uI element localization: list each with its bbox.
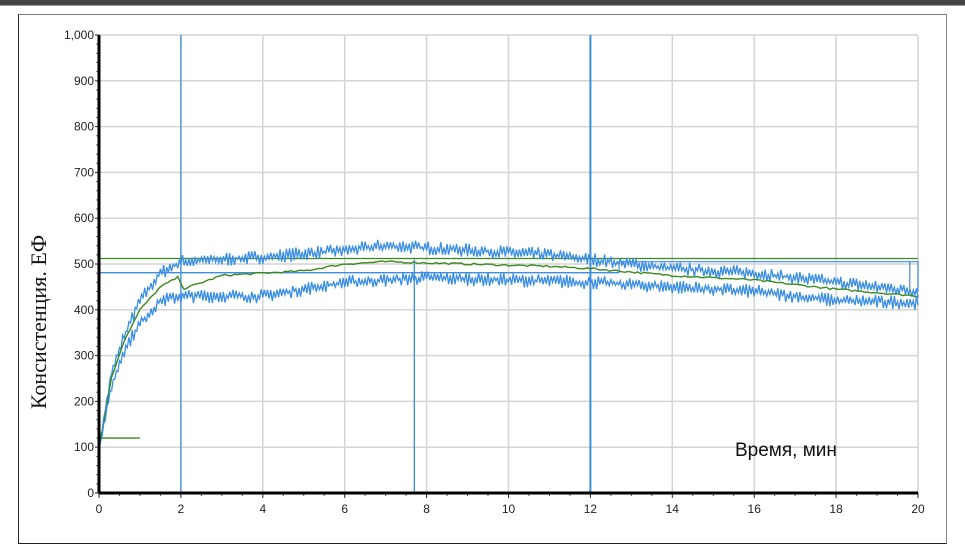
y-tick-label: 800 [74, 120, 94, 134]
x-tick-label: 12 [584, 502, 598, 516]
x-tick-label: 14 [666, 502, 680, 516]
x-tick-label: 0 [96, 502, 103, 516]
y-tick-label: 200 [74, 394, 94, 408]
y-tick-label: 400 [74, 303, 94, 317]
y-tick-label: 300 [74, 349, 94, 363]
y-tick-label: 600 [74, 211, 94, 225]
y-tick-label: 1,000 [64, 28, 94, 42]
x-tick-label: 2 [178, 502, 185, 516]
x-tick-label: 8 [423, 502, 430, 516]
y-tick-label: 100 [74, 440, 94, 454]
x-tick-label: 6 [341, 502, 348, 516]
x-axis-label: Время, мин [735, 440, 837, 461]
x-tick-label: 20 [911, 502, 925, 516]
y-tick-label: 700 [74, 165, 94, 179]
x-tick-label: 18 [829, 502, 843, 516]
y-tick-label: 500 [74, 257, 94, 271]
chart: 0 2 4 6 8 10 12 14 16 18 2001002003004005006007008… [64, 28, 925, 516]
y-tick-label: 0 [87, 486, 94, 500]
x-tick-label: 10 [502, 502, 516, 516]
x-tick-label: 16 [748, 502, 762, 516]
y-tick-label: 900 [74, 74, 94, 88]
y-axis-label: Консистенция. ЕФ [26, 230, 52, 414]
x-tick-label: 4 [259, 502, 266, 516]
